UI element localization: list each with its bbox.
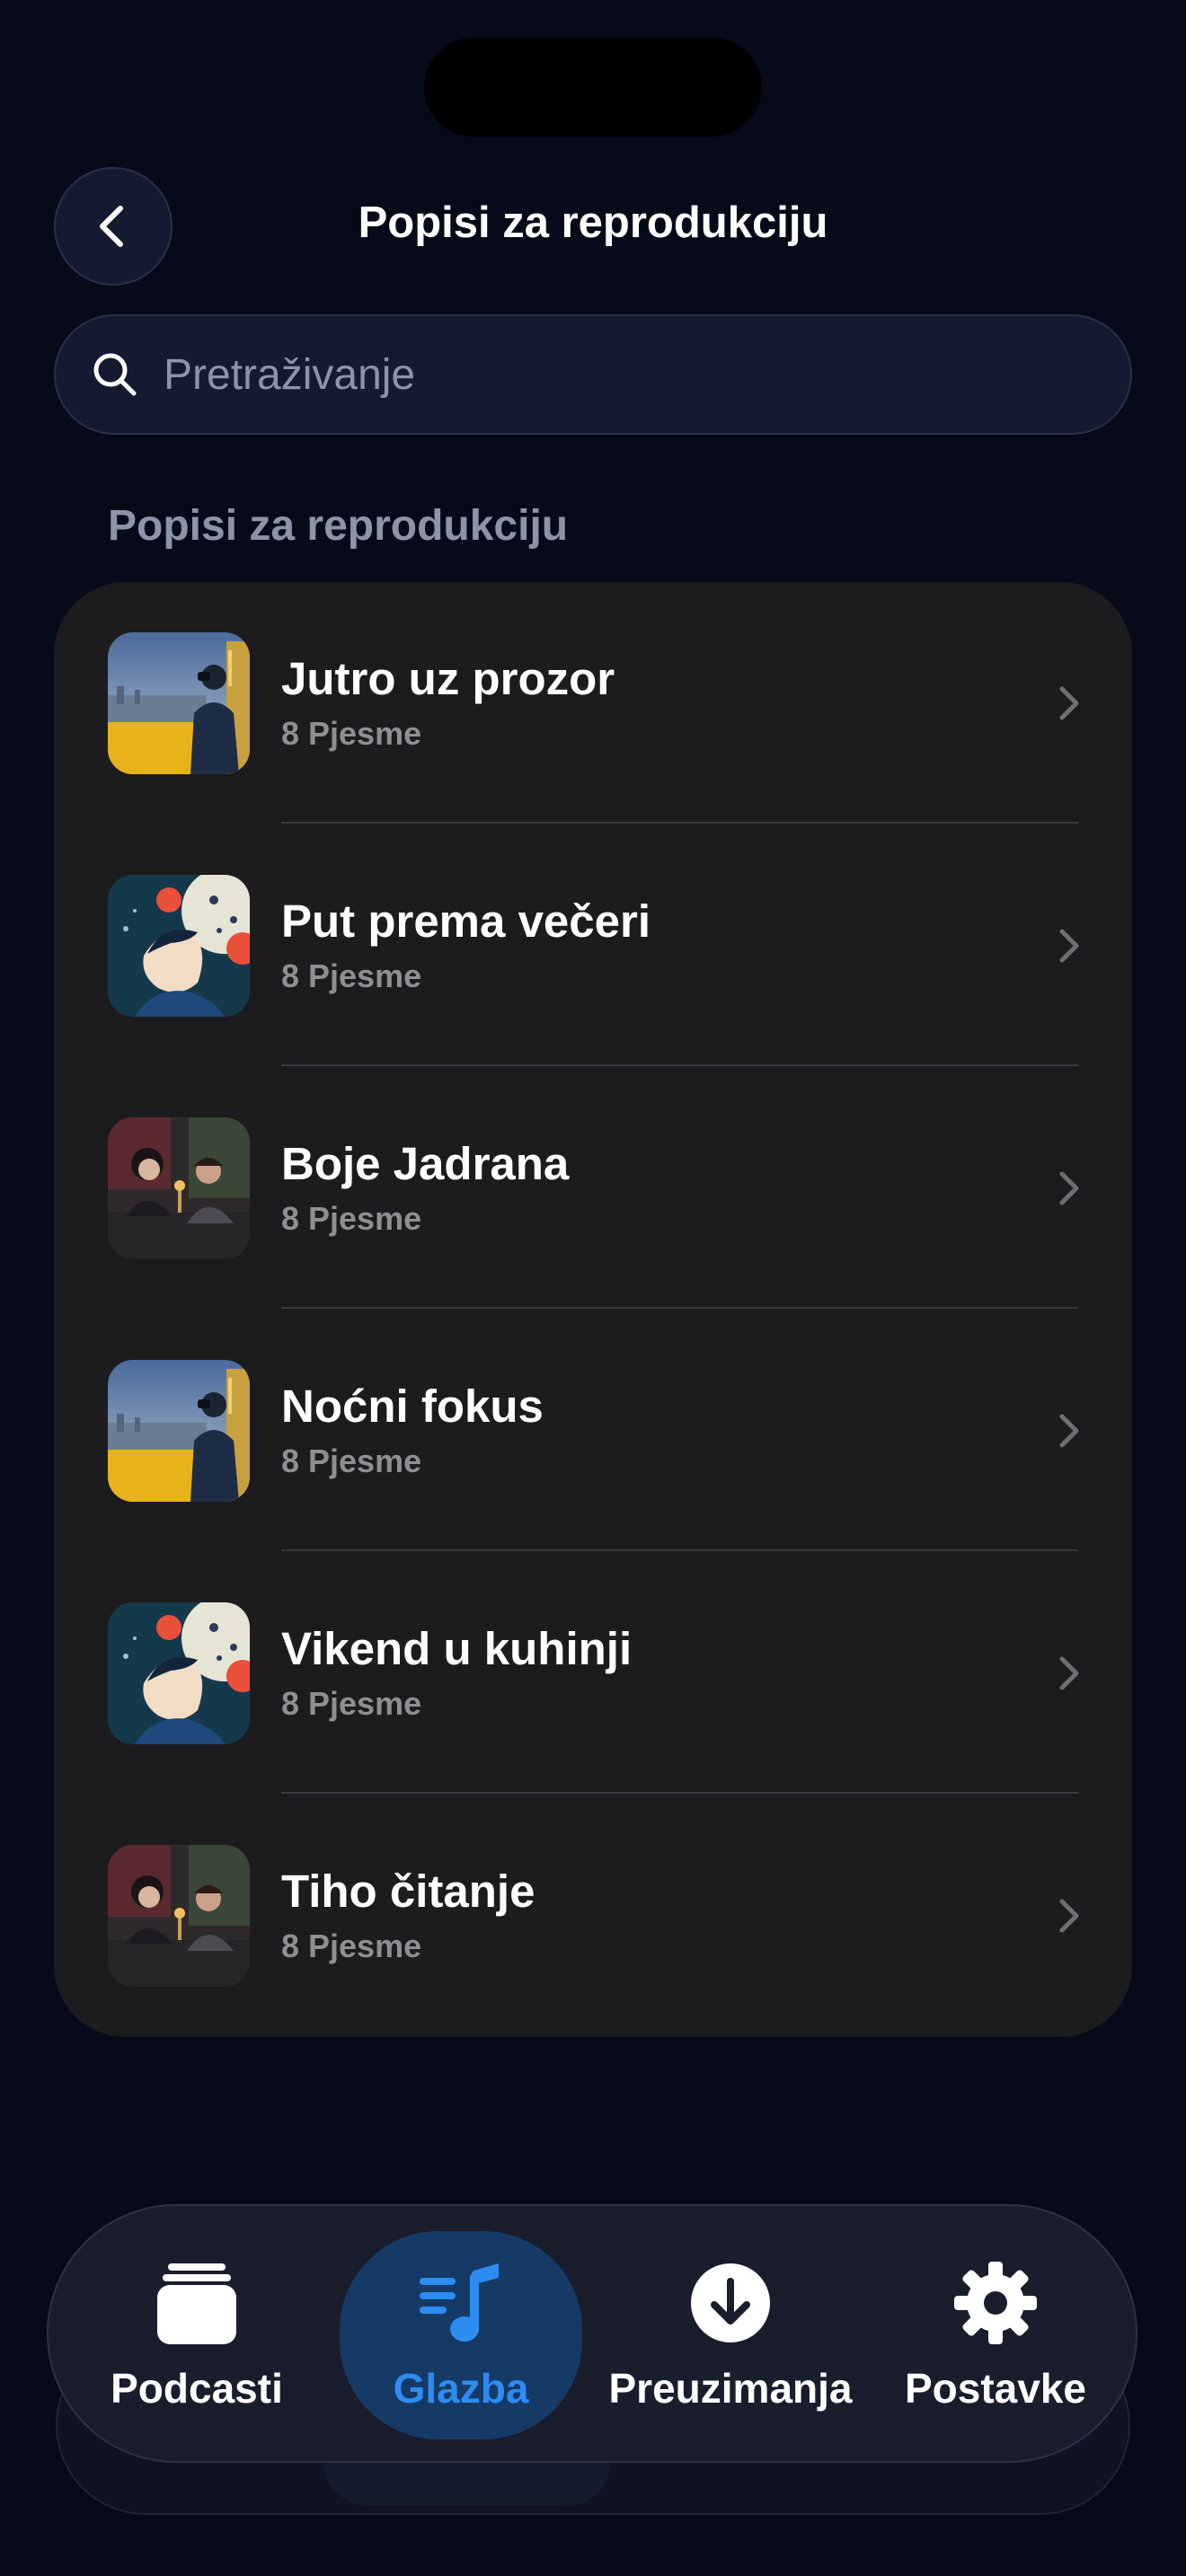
- playlist-song-count: 8 Pjesme: [281, 1928, 422, 1964]
- search-input[interactable]: Pretraživanje: [164, 350, 415, 400]
- divider: [281, 1549, 1078, 1551]
- tab-label: Podcasti: [111, 2365, 283, 2412]
- divider: [281, 822, 1078, 824]
- playlist-artwork: [108, 632, 250, 774]
- chevron-right-icon: [1044, 922, 1093, 970]
- screen: Popisi za reprodukciju Pretraživanje Pop…: [0, 0, 1186, 2576]
- playlist-song-count: 8 Pjesme: [281, 1200, 422, 1237]
- section-header: Popisi za reprodukciju: [108, 502, 569, 550]
- playlist-artwork: [108, 875, 250, 1017]
- divider: [281, 1307, 1078, 1309]
- tab-bar: Podcasti Glazba Preuzimanja Postavke: [47, 2204, 1137, 2463]
- playlist-title: Noćni fokus: [281, 1381, 544, 1432]
- playlist-row[interactable]: Boje Jadrana 8 Pjesme: [54, 1067, 1132, 1310]
- playlist-song-count: 8 Pjesme: [281, 957, 422, 994]
- chevron-right-icon: [1044, 679, 1093, 728]
- playlist-row[interactable]: Jutro uz prozor 8 Pjesme: [54, 582, 1132, 825]
- playlist-title: Put prema večeri: [281, 895, 651, 947]
- playlist-title: Tiho čitanje: [281, 1866, 535, 1917]
- playlist-song-count: 8 Pjesme: [281, 1685, 422, 1722]
- dynamic-island: [424, 38, 762, 137]
- gear-icon: [951, 2258, 1040, 2348]
- chevron-right-icon: [1044, 1649, 1093, 1698]
- playlist-artwork: [108, 1117, 250, 1259]
- playlist-title: Vikend u kuhinji: [281, 1623, 633, 1674]
- tab-label: Preuzimanja: [608, 2365, 853, 2412]
- playlist-title: Jutro uz prozor: [281, 653, 615, 704]
- playlist-row[interactable]: Put prema večeri 8 Pjesme: [54, 825, 1132, 1067]
- tab-podcasti[interactable]: Podcasti: [84, 2231, 309, 2439]
- playlist-row[interactable]: Vikend u kuhinji 8 Pjesme: [54, 1552, 1132, 1795]
- playlist-song-count: 8 Pjesme: [281, 715, 422, 752]
- tab-glazba[interactable]: Glazba: [340, 2231, 582, 2439]
- playlist-artwork: [108, 1360, 250, 1502]
- download-circle-icon: [686, 2258, 775, 2348]
- playlist-artwork: [108, 1845, 250, 1987]
- divider: [281, 1064, 1078, 1066]
- tab-preuzimanja[interactable]: Preuzimanja: [600, 2231, 861, 2439]
- tab-postavke[interactable]: Postavke: [879, 2231, 1112, 2439]
- search-icon: [90, 349, 140, 400]
- stack-icon: [152, 2258, 242, 2348]
- divider: [281, 1792, 1078, 1794]
- chevron-right-icon: [1044, 1407, 1093, 1455]
- playlist-title: Boje Jadrana: [281, 1138, 570, 1189]
- tab-label: Postavke: [904, 2365, 1086, 2412]
- playlist-row[interactable]: Noćni fokus 8 Pjesme: [54, 1310, 1132, 1552]
- chevron-right-icon: [1044, 1892, 1093, 1940]
- search-field[interactable]: Pretraživanje: [54, 314, 1132, 435]
- tab-label: Glazba: [393, 2365, 529, 2412]
- playlist-row[interactable]: Tiho čitanje 8 Pjesme: [54, 1795, 1132, 2037]
- playlist-list: Jutro uz prozor 8 Pjesme Put prema večer…: [54, 582, 1132, 2037]
- music-note-list-icon: [416, 2258, 506, 2348]
- playlist-song-count: 8 Pjesme: [281, 1442, 422, 1479]
- playlist-artwork: [108, 1602, 250, 1744]
- chevron-right-icon: [1044, 1164, 1093, 1213]
- page-title: Popisi za reprodukciju: [358, 198, 828, 247]
